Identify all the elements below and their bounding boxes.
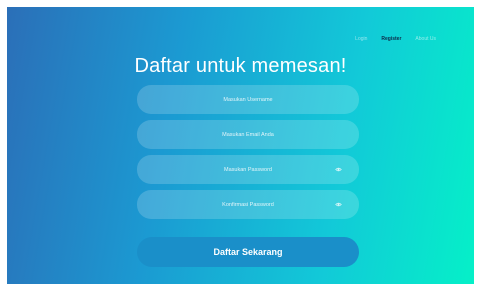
eye-icon[interactable] [335, 166, 342, 173]
email-placeholder: Masukan Email Anda [222, 131, 274, 138]
nav-register-link[interactable]: Register [381, 36, 401, 42]
register-button-label: Daftar Sekarang [213, 247, 283, 257]
register-button[interactable]: Daftar Sekarang [137, 237, 359, 267]
username-field[interactable]: Masukan Username [137, 85, 359, 114]
password-field[interactable]: Masukan Password [137, 155, 359, 184]
top-nav: Login Register About Us [355, 36, 436, 42]
email-field[interactable]: Masukan Email Anda [137, 120, 359, 149]
confirm-password-field[interactable]: Konfirmasi Password [137, 190, 359, 219]
password-placeholder: Masukan Password [224, 166, 272, 173]
confirm-password-placeholder: Konfirmasi Password [222, 201, 274, 208]
nav-about-link[interactable]: About Us [415, 36, 436, 42]
username-placeholder: Masukan Username [223, 96, 273, 103]
eye-icon[interactable] [335, 201, 342, 208]
page-title: Daftar untuk memesan! [134, 55, 347, 77]
nav-login-link[interactable]: Login [355, 36, 367, 42]
register-page: Login Register About Us Daftar untuk mem… [7, 7, 474, 284]
